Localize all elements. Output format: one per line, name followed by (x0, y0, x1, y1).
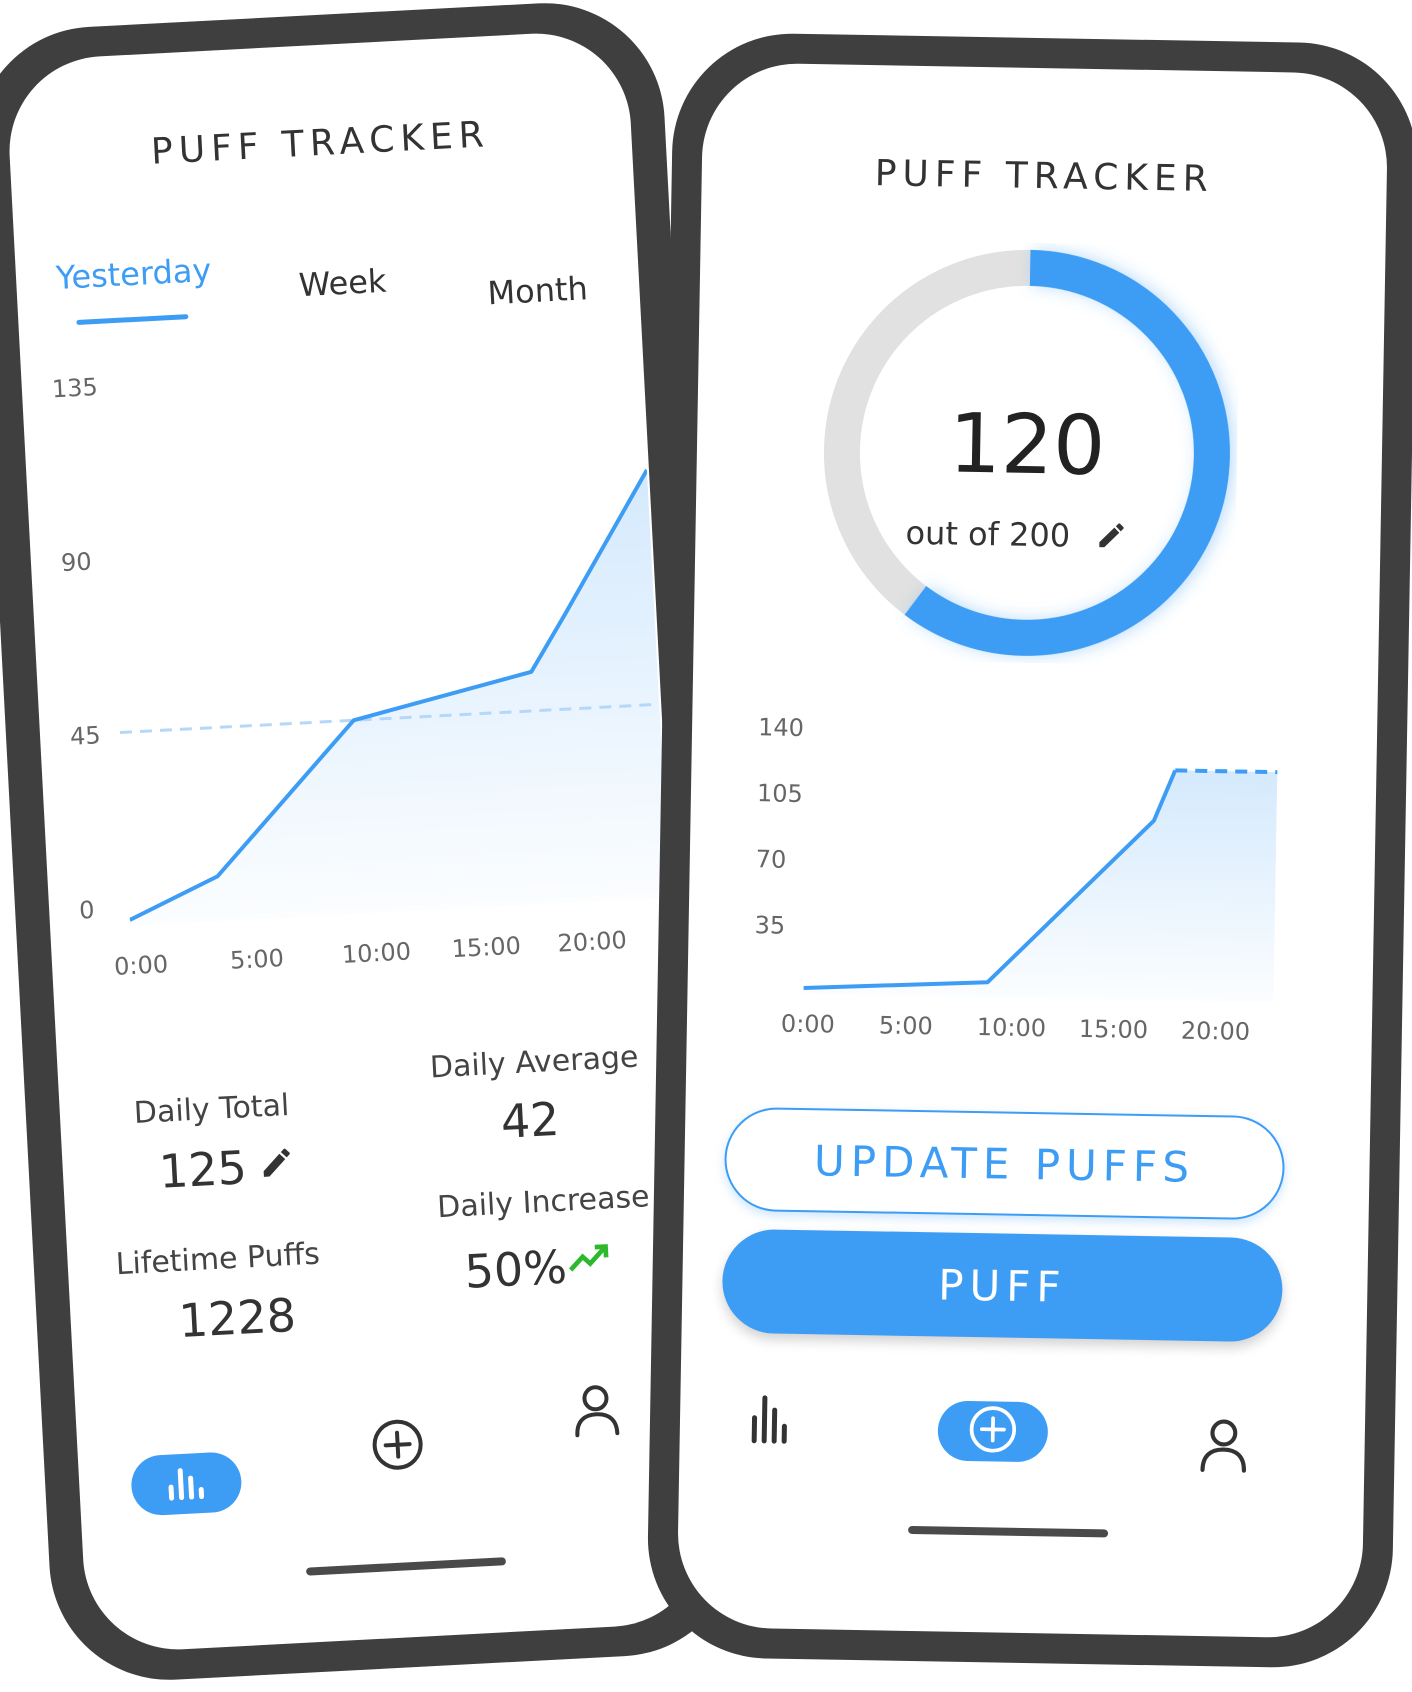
nav-stats-button[interactable] (742, 1389, 803, 1450)
phone-right: PUFF TRACKER 120 out of 200 140 105 70 3… (645, 31, 1412, 1670)
nav-add-button[interactable] (366, 1415, 429, 1478)
x-tick: 0:00 (780, 1009, 836, 1039)
tab-active-underline (76, 314, 189, 325)
daily-average-value: 42 (499, 1091, 561, 1149)
x-tick: 5:00 (878, 1011, 934, 1041)
puff-goal-text: out of 200 (905, 513, 1071, 555)
lifetime-puffs-label: Lifetime Puffs (114, 1236, 321, 1283)
bar-chart-icon (161, 1461, 211, 1507)
nav-profile-button[interactable] (1193, 1417, 1254, 1478)
x-tick: 15:00 (451, 931, 522, 964)
daily-increase-value: 50% (463, 1239, 569, 1299)
y-tick: 90 (60, 547, 93, 578)
usage-line-chart (119, 468, 670, 926)
app-title: PUFF TRACKER (150, 114, 491, 173)
x-tick: 20:00 (556, 926, 628, 958)
puff-button[interactable]: PUFF (721, 1228, 1284, 1343)
stats-screen: PUFF TRACKER Yesterday Week Month 135 90… (4, 28, 710, 1655)
home-indicator[interactable] (908, 1525, 1109, 1538)
chart-area-fill (803, 770, 1278, 1003)
nav-add-button[interactable] (937, 1400, 1049, 1463)
x-tick: 0:00 (113, 950, 169, 981)
x-tick: 20:00 (1180, 1016, 1251, 1046)
tab-week[interactable]: Week (298, 262, 388, 305)
x-tick: 10:00 (976, 1013, 1047, 1043)
plus-circle-icon (369, 1416, 426, 1477)
user-icon (571, 1381, 622, 1443)
update-puffs-button[interactable]: UPDATE PUFFS (723, 1106, 1286, 1221)
y-tick: 35 (754, 911, 786, 940)
y-tick: 105 (756, 779, 804, 808)
tab-month[interactable]: Month (487, 269, 589, 312)
daily-increase-label: Daily Increase (436, 1179, 651, 1226)
y-tick: 135 (51, 372, 99, 404)
app-title: PUFF TRACKER (874, 153, 1215, 201)
y-tick: 45 (69, 721, 102, 751)
user-icon (1198, 1416, 1249, 1479)
x-tick: 5:00 (229, 944, 285, 975)
phone-left: PUFF TRACKER Yesterday Week Month 135 90… (0, 0, 745, 1686)
tab-yesterday[interactable]: Yesterday (55, 251, 212, 297)
home-indicator[interactable] (305, 1557, 507, 1576)
nav-stats-button[interactable] (129, 1450, 243, 1517)
y-tick: 140 (757, 713, 805, 742)
puff-count: 120 (947, 396, 1107, 495)
tracker-screen: PUFF TRACKER 120 out of 200 140 105 70 3… (676, 62, 1389, 1639)
plus-circle-icon (967, 1404, 1018, 1459)
lifetime-puffs-value: 1228 (177, 1287, 298, 1348)
y-tick: 70 (755, 845, 787, 874)
daily-average-label: Daily Average (429, 1039, 640, 1086)
bar-chart-icon (748, 1389, 797, 1450)
y-tick: 0 (78, 895, 96, 925)
chart-area-fill (129, 469, 670, 926)
daily-total-label: Daily Total (133, 1087, 291, 1132)
trending-up-icon (565, 1237, 611, 1279)
nav-profile-button[interactable] (565, 1381, 628, 1444)
daily-total-value: 125 (157, 1140, 249, 1199)
edit-pencil-icon[interactable] (258, 1144, 296, 1186)
x-tick: 10:00 (341, 937, 412, 969)
today-line-chart (803, 768, 1278, 1003)
edit-pencil-icon[interactable] (1095, 519, 1128, 556)
x-tick: 15:00 (1078, 1014, 1149, 1045)
